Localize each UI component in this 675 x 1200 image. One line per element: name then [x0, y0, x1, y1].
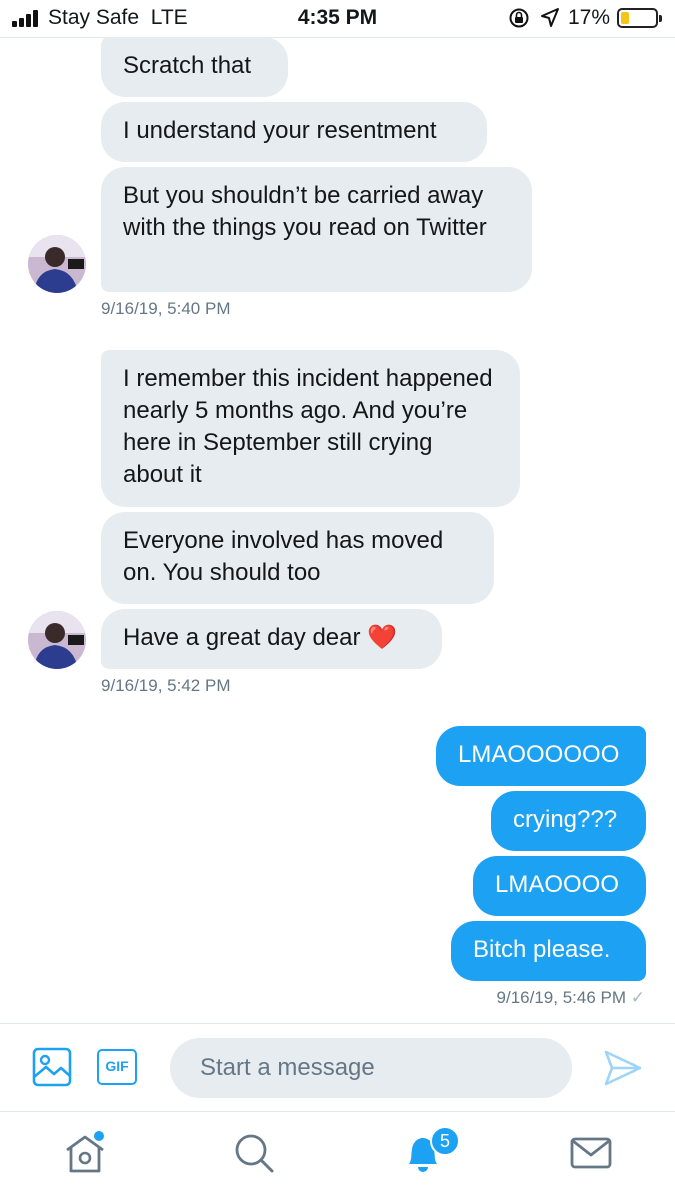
message-timestamp: 9/16/19, 5:40 PM: [101, 299, 231, 318]
header-divider: [0, 37, 675, 38]
outgoing-message[interactable]: LMAOOOOOO: [436, 726, 646, 786]
incoming-message[interactable]: Scratch that: [101, 37, 288, 97]
message-input-container[interactable]: [170, 1038, 572, 1098]
battery-percent: 17%: [568, 6, 611, 29]
avatar-image: [28, 235, 86, 293]
battery-icon: [617, 8, 662, 28]
incoming-message[interactable]: Have a great day dear ❤️: [101, 609, 442, 669]
image-icon[interactable]: [32, 1047, 72, 1087]
search-icon[interactable]: [231, 1130, 277, 1176]
rotation-lock-icon: [509, 8, 529, 28]
outgoing-message[interactable]: crying???: [491, 791, 646, 851]
message-timestamp: 9/16/19, 5:42 PM: [101, 676, 231, 695]
incoming-message[interactable]: I understand your resentment: [101, 102, 487, 162]
sender-avatar[interactable]: [28, 235, 86, 293]
sender-avatar[interactable]: [28, 611, 86, 669]
outgoing-message[interactable]: LMAOOOO: [473, 856, 646, 916]
status-bar: Stay Safe LTE 4:35 PM 17%: [0, 0, 675, 36]
home-icon[interactable]: [62, 1130, 108, 1176]
message-timestamp: 9/16/19, 5:46 PM ✓: [496, 988, 645, 1007]
avatar-image: [28, 611, 86, 669]
read-check-icon: ✓: [630, 988, 645, 1007]
composer-divider: [0, 1023, 675, 1024]
messages-icon[interactable]: [568, 1130, 614, 1176]
outgoing-message[interactable]: Bitch please.: [451, 921, 646, 981]
tabbar-divider: [0, 1111, 675, 1112]
location-arrow-icon: [541, 8, 559, 27]
notifications-badge: 5: [430, 1126, 460, 1156]
gif-icon[interactable]: GIF: [97, 1049, 137, 1085]
send-icon[interactable]: [603, 1049, 643, 1087]
message-input[interactable]: [200, 1038, 560, 1098]
incoming-message[interactable]: But you shouldn’t be carried away with t…: [101, 167, 532, 292]
incoming-message[interactable]: Everyone involved has moved on. You shou…: [101, 512, 494, 604]
incoming-message[interactable]: I remember this incident happened nearly…: [101, 350, 520, 507]
